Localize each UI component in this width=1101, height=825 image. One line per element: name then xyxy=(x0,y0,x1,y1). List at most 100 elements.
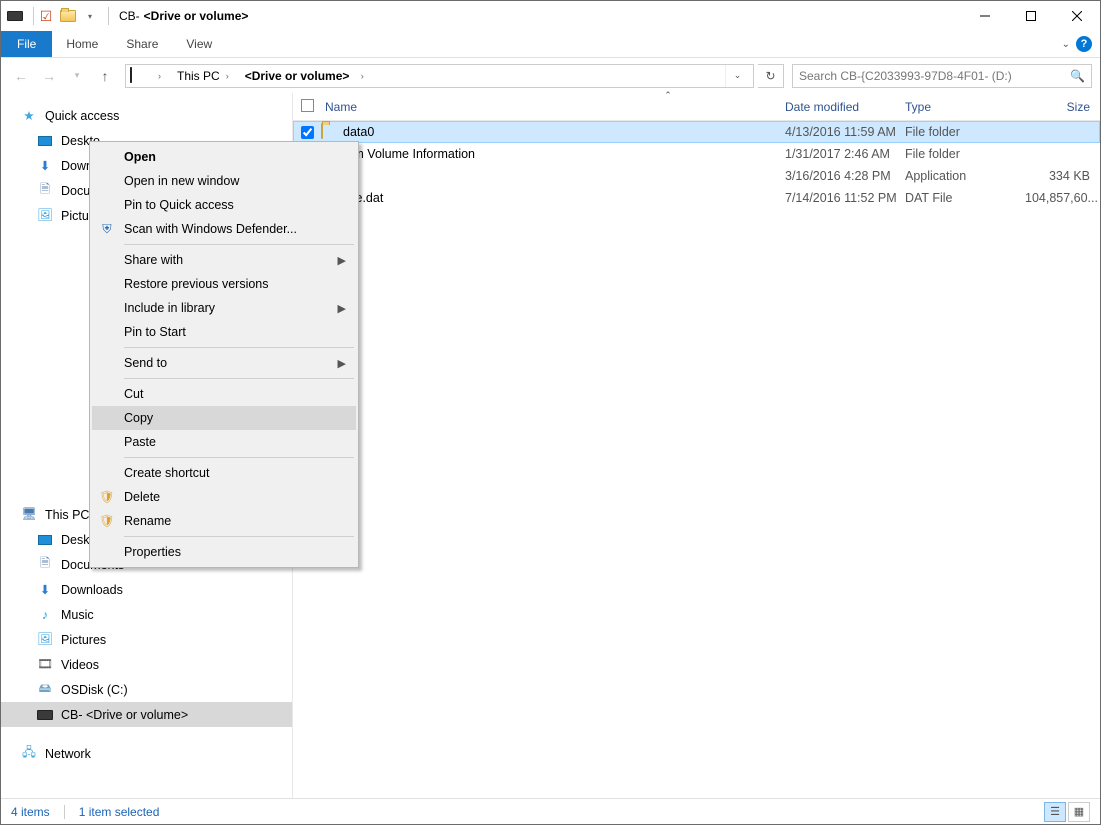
search-icon: 🔍 xyxy=(1070,69,1085,83)
window-title: CB- <Drive or volume> xyxy=(113,9,248,23)
file-date: 3/16/2016 4:28 PM xyxy=(785,169,905,183)
disk-icon: 🖴 xyxy=(37,682,53,698)
picture-icon: 🖼 xyxy=(37,208,53,224)
nav-forward-button[interactable]: → xyxy=(37,64,61,88)
search-box[interactable]: Search CB-{C2033993-97D8-4F01- (D:) 🔍 xyxy=(792,64,1092,88)
nav-up-button[interactable]: ↑ xyxy=(93,64,117,88)
quick-folder-icon[interactable] xyxy=(60,8,76,24)
music-icon: ♪ xyxy=(37,607,53,623)
file-date: 4/13/2016 11:59 AM xyxy=(785,125,905,139)
file-list-pane: ⌃ Name Date modified Type Size data04/13… xyxy=(293,93,1100,798)
ctx-restore-versions[interactable]: Restore previous versions xyxy=(92,272,356,296)
file-row[interactable]: tem Volume Information 1/31/2017 2:46 AMF… xyxy=(293,143,1100,165)
ctx-scan-defender[interactable]: ⛨Scan with Windows Defender... xyxy=(92,217,356,241)
file-tab[interactable]: File xyxy=(1,31,52,57)
nav-quick-access[interactable]: ★Quick access xyxy=(1,103,292,128)
nav-pc-osdisk[interactable]: 🖴OSDisk (C:) xyxy=(1,677,292,702)
breadcrumb-volume[interactable]: <Drive or volume> › xyxy=(241,69,372,83)
tab-share[interactable]: Share xyxy=(112,31,172,57)
column-headers[interactable]: ⌃ Name Date modified Type Size xyxy=(293,93,1100,121)
quick-check-icon[interactable]: ☑ xyxy=(38,8,54,24)
document-icon: 🗎 xyxy=(37,183,53,199)
minimize-button[interactable] xyxy=(962,1,1008,31)
monitor-icon xyxy=(37,532,53,548)
document-icon: 🗎 xyxy=(37,557,53,573)
pc-icon: 🖥 xyxy=(21,507,37,523)
nav-pc-downloads[interactable]: ⬇Downloads xyxy=(1,577,292,602)
help-icon[interactable]: ? xyxy=(1076,36,1092,52)
sort-indicator-icon: ⌃ xyxy=(664,90,672,101)
ctx-copy[interactable]: Copy xyxy=(92,406,356,430)
file-type: File folder xyxy=(905,125,1025,139)
address-drive-icon xyxy=(130,68,146,84)
col-name[interactable]: Name xyxy=(321,100,785,114)
file-date: 1/31/2017 2:46 AM xyxy=(785,147,905,161)
col-date[interactable]: Date modified xyxy=(785,100,905,114)
shield-icon: ⛨ xyxy=(98,220,116,238)
address-dropdown-button[interactable]: ⌄ xyxy=(725,65,749,87)
ctx-cut[interactable]: Cut xyxy=(92,382,356,406)
file-name: tem Volume Information xyxy=(343,147,475,161)
ribbon-bar: File Home Share View ⌄ ? xyxy=(1,31,1100,58)
ctx-open[interactable]: Open xyxy=(92,145,356,169)
col-size[interactable]: Size xyxy=(1025,100,1100,114)
ctx-send-to[interactable]: Send to▶ xyxy=(92,351,356,375)
ctx-share-with[interactable]: Share with▶ xyxy=(92,248,356,272)
file-row[interactable]: data04/13/2016 11:59 AMFile folder xyxy=(293,121,1100,143)
shield-icon: 🛡 xyxy=(98,488,116,506)
nav-pc-videos[interactable]: 🎞Videos xyxy=(1,652,292,677)
ctx-include-library[interactable]: Include in library▶ xyxy=(92,296,356,320)
file-date: 7/14/2016 11:52 PM xyxy=(785,191,905,205)
ctx-rename[interactable]: 🛡Rename xyxy=(92,509,356,533)
file-size: 334 KB xyxy=(1025,169,1100,183)
nav-back-button[interactable]: ← xyxy=(9,64,33,88)
row-checkbox[interactable] xyxy=(301,126,314,139)
nav-pc-pictures[interactable]: 🖼Pictures xyxy=(1,627,292,652)
ctx-create-shortcut[interactable]: Create shortcut xyxy=(92,461,356,485)
ctx-delete[interactable]: 🛡Delete xyxy=(92,485,356,509)
submenu-arrow-icon: ▶ xyxy=(338,254,346,267)
submenu-arrow-icon: ▶ xyxy=(338,357,346,370)
nav-pc-music[interactable]: ♪Music xyxy=(1,602,292,627)
ribbon-expand-icon[interactable]: ⌄ xyxy=(1062,39,1070,50)
view-icons-button[interactable]: ▦ xyxy=(1068,802,1090,822)
breadcrumb-root-chevron[interactable]: › xyxy=(150,71,169,81)
ctx-paste[interactable]: Paste xyxy=(92,430,356,454)
drive-icon xyxy=(37,707,53,723)
download-icon: ⬇ xyxy=(37,582,53,598)
nav-pc-cbdrive[interactable]: CB- <Drive or volume> xyxy=(1,702,292,727)
tab-home[interactable]: Home xyxy=(52,31,112,57)
file-list: data04/13/2016 11:59 AMFile foldertem Vo… xyxy=(293,121,1100,209)
star-icon: ★ xyxy=(21,108,37,124)
ctx-properties[interactable]: Properties xyxy=(92,540,356,564)
maximize-button[interactable] xyxy=(1008,1,1054,31)
file-icon xyxy=(321,124,337,140)
file-row[interactable]: 3/16/2016 4:28 PMApplication334 KB xyxy=(293,165,1100,187)
ctx-open-new[interactable]: Open in new window xyxy=(92,169,356,193)
file-explorer-window: ☑ ▾ CB- <Drive or volume> File Home Shar… xyxy=(0,0,1101,825)
file-type: File folder xyxy=(905,147,1025,161)
select-all-checkbox[interactable] xyxy=(301,99,314,112)
refresh-button[interactable]: ↻ xyxy=(758,64,784,88)
view-details-button[interactable]: ☰ xyxy=(1044,802,1066,822)
tab-view[interactable]: View xyxy=(172,31,226,57)
file-size: 104,857,60... xyxy=(1025,191,1100,205)
app-icon xyxy=(7,8,23,24)
status-bar: 4 items 1 item selected ☰ ▦ xyxy=(1,798,1100,824)
quick-dropdown-icon[interactable]: ▾ xyxy=(82,8,98,24)
file-row[interactable]: tfile.dat7/14/2016 11:52 PMDAT File104,8… xyxy=(293,187,1100,209)
monitor-icon xyxy=(37,133,53,149)
nav-recent-dropdown[interactable]: ▾ xyxy=(65,64,89,88)
picture-icon: 🖼 xyxy=(37,632,53,648)
col-type[interactable]: Type xyxy=(905,100,1025,114)
nav-network[interactable]: 🖧Network xyxy=(1,741,292,766)
search-placeholder: Search CB-{C2033993-97D8-4F01- (D:) xyxy=(799,69,1012,83)
ctx-pin-start[interactable]: Pin to Start xyxy=(92,320,356,344)
file-type: DAT File xyxy=(905,191,1025,205)
breadcrumb-this-pc[interactable]: This PC› xyxy=(173,69,237,83)
close-button[interactable] xyxy=(1054,1,1100,31)
ctx-pin-quick-access[interactable]: Pin to Quick access xyxy=(92,193,356,217)
submenu-arrow-icon: ▶ xyxy=(338,302,346,315)
address-bar[interactable]: › This PC› <Drive or volume> › ⌄ xyxy=(125,64,754,88)
status-selected-count: 1 item selected xyxy=(79,805,160,819)
